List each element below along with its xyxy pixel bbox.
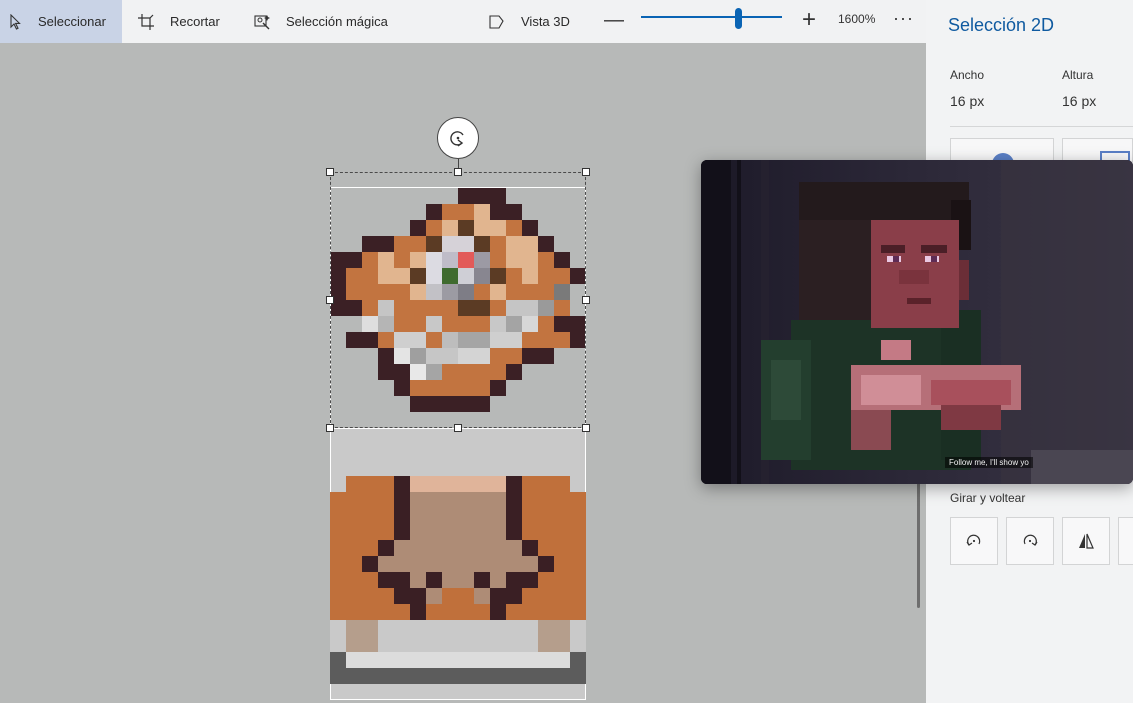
width-label: Ancho bbox=[950, 68, 985, 82]
view-3d-icon bbox=[489, 14, 504, 29]
select-tool-button[interactable]: Seleccionar bbox=[0, 0, 122, 43]
resize-handle-left[interactable] bbox=[326, 296, 334, 304]
flip-vertical-button[interactable] bbox=[1118, 517, 1133, 565]
selection-box[interactable] bbox=[330, 172, 586, 428]
video-subtitle: Follow me, I'll show yo bbox=[945, 457, 1033, 468]
rotate-left-icon bbox=[966, 534, 981, 546]
flip-horizontal-button[interactable] bbox=[1062, 517, 1110, 565]
zoom-slider-track bbox=[641, 16, 782, 18]
crop-tool-button[interactable]: Recortar bbox=[138, 0, 220, 43]
panel-divider bbox=[950, 126, 1133, 127]
height-label: Altura bbox=[1062, 68, 1094, 82]
rotate-handle[interactable] bbox=[437, 117, 479, 159]
video-frame bbox=[701, 160, 1133, 484]
rotate-right-icon bbox=[1023, 534, 1038, 546]
width-field[interactable]: 16 px bbox=[950, 93, 984, 109]
height-field[interactable]: 16 px bbox=[1062, 93, 1096, 109]
panel-title: Selección 2D bbox=[948, 15, 1055, 35]
panel-option-tile[interactable] bbox=[1062, 138, 1133, 163]
resize-handle-top-left[interactable] bbox=[326, 168, 334, 176]
crop-tool-label: Recortar bbox=[170, 14, 220, 29]
select-tool-label: Seleccionar bbox=[38, 14, 106, 29]
crop-icon bbox=[138, 13, 154, 30]
panel-option-tile[interactable] bbox=[950, 138, 1054, 165]
more-icon[interactable]: ··· bbox=[893, 8, 914, 29]
magic-select-label: Selección mágica bbox=[286, 14, 388, 29]
zoom-out-icon[interactable]: — bbox=[604, 10, 624, 31]
toolbar: Seleccionar Recortar Selección mágica Vi… bbox=[0, 0, 926, 43]
zoom-level-value[interactable]: 1600% bbox=[838, 12, 875, 26]
resize-handle-bottom[interactable] bbox=[454, 424, 462, 432]
resize-handle-bottom-right[interactable] bbox=[582, 424, 590, 432]
rotate-right-button[interactable] bbox=[1006, 517, 1054, 565]
magic-select-button[interactable]: Selección mágica bbox=[254, 0, 388, 43]
flip-horizontal-icon bbox=[1079, 533, 1094, 549]
resize-handle-right[interactable] bbox=[582, 296, 590, 304]
zoom-slider-thumb[interactable] bbox=[735, 8, 742, 29]
resize-handle-bottom-left[interactable] bbox=[326, 424, 334, 432]
rotate-icon bbox=[450, 131, 464, 147]
pixel-art-bottom-frame[interactable] bbox=[330, 428, 586, 700]
zoom-in-icon[interactable]: + bbox=[798, 8, 820, 32]
pixel-art-bottom bbox=[330, 476, 586, 684]
rotate-flip-label: Girar y voltear bbox=[950, 491, 1026, 505]
zoom-slider[interactable] bbox=[641, 8, 782, 29]
select-cursor-icon bbox=[10, 13, 21, 30]
magic-select-icon bbox=[254, 14, 270, 29]
rotate-left-button[interactable] bbox=[950, 517, 998, 565]
view-3d-label: Vista 3D bbox=[521, 14, 570, 29]
resize-handle-top-right[interactable] bbox=[582, 168, 590, 176]
view-3d-button[interactable]: Vista 3D bbox=[489, 0, 570, 43]
resize-handle-top[interactable] bbox=[454, 168, 462, 176]
video-overlay[interactable]: Follow me, I'll show yo bbox=[701, 160, 1133, 484]
